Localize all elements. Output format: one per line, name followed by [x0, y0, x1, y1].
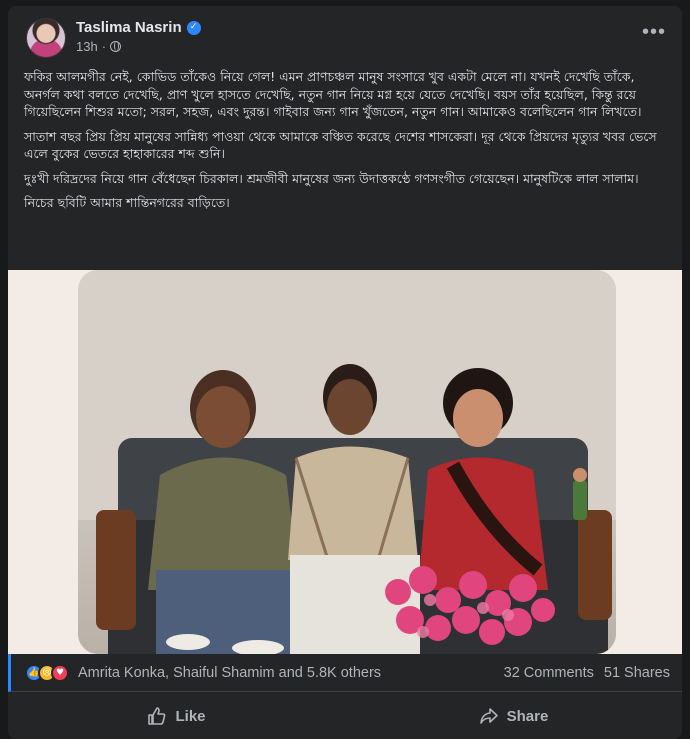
post-photo-area[interactable] [8, 270, 682, 654]
post-text: ফকির আলমগীর নেই, কোভিড তাঁকেও নিয়ে গেল!… [24, 68, 664, 219]
post-header: Taslima Nasrin ✓ 13h · ••• [8, 6, 682, 62]
like-label: Like [175, 707, 206, 725]
like-button[interactable]: Like [8, 696, 345, 736]
thumbs-up-icon [148, 707, 166, 725]
post-timestamp[interactable]: 13h [76, 39, 98, 54]
post-meta: 13h · [76, 39, 122, 54]
post-paragraph: নিচের ছবিটি আমার শান্তিনগরের বাড়িতে। [24, 195, 230, 210]
verified-badge-icon: ✓ [186, 20, 201, 35]
share-label: Share [506, 707, 549, 725]
post-paragraph: দুঃখী দরিদ্রদের নিয়ে গান বেঁধেছেন চিরকা… [24, 170, 639, 186]
post-paragraph: ফকির আলমগীর নেই, কোভিড তাঁকেও নিয়ে গেল!… [24, 69, 642, 119]
post-actions: Like Share [8, 696, 682, 736]
love-reaction-icon: ♥ [51, 663, 69, 682]
reaction-icons[interactable]: 👍 😢 ♥ [25, 663, 69, 682]
share-button[interactable]: Share [345, 696, 682, 736]
post-paragraph: সাতাশ বছর প্রিয় প্রিয় মানুষের সান্নিধ্… [24, 128, 657, 162]
reactions-bar: 👍 😢 ♥ Amrita Konka, Shaiful Shamim and 5… [8, 654, 682, 692]
reactors-summary[interactable]: Amrita Konka, Shaiful Shamim and 5.8K ot… [78, 665, 381, 681]
share-arrow-icon [479, 708, 498, 724]
author-name[interactable]: Taslima Nasrin [76, 19, 182, 36]
comments-count[interactable]: 32 Comments [504, 665, 594, 681]
shares-count[interactable]: 51 Shares [604, 665, 670, 681]
globe-icon[interactable] [110, 41, 122, 52]
author-row: Taslima Nasrin ✓ [76, 19, 201, 36]
author-avatar[interactable] [26, 18, 66, 58]
more-options-icon[interactable]: ••• [640, 22, 668, 44]
post-card: Taslima Nasrin ✓ 13h · ••• ফকির আলমগীর ন… [8, 6, 682, 739]
post-photo[interactable] [78, 270, 616, 654]
engagement-counts: 32 Comments 51 Shares [504, 665, 670, 681]
